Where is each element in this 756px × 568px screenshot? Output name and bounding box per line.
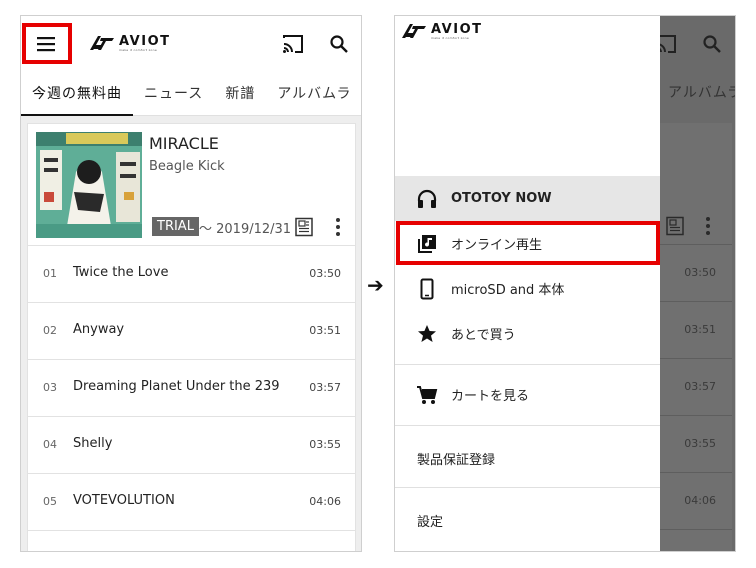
track-row-dimmed: 03:50: [660, 244, 732, 301]
star-icon: [415, 322, 439, 346]
more-options-dimmed: [704, 216, 712, 240]
track-title: Shelly: [73, 436, 113, 451]
tab-free-songs[interactable]: 今週の無料曲: [21, 72, 133, 116]
track-title: Anyway: [73, 322, 125, 337]
tab-bar: 今週の無料曲 ニュース 新譜 アルバムラ: [21, 72, 361, 116]
drawer-item-settings[interactable]: 設定: [417, 511, 443, 530]
more-vert-icon: [336, 218, 340, 236]
track-row-dimmed: 04:06: [660, 472, 732, 529]
drawer-divider: [395, 487, 660, 488]
more-vert-icon: [706, 217, 710, 235]
drawer-item-label: microSD and 本体: [451, 283, 565, 298]
track-row[interactable]: 04 Shelly 03:55: [28, 416, 355, 473]
drawer-header: AVIOT make it comfort zone: [395, 16, 660, 176]
step-arrow: ➔: [367, 273, 384, 297]
app-screen-home: AVIOT make it comfort zone 今週の無料曲 ニュース 新…: [20, 15, 362, 552]
album-card-dimmed: 03:50 03:51 03:57 03:55 04:06: [660, 123, 732, 551]
track-number: 01: [43, 267, 57, 280]
track-number: 04: [43, 438, 57, 451]
trial-until-date: ～ 2019/12/31: [199, 222, 292, 237]
track-row[interactable]: 03 Dreaming Planet Under the 239 03:57: [28, 359, 355, 416]
lyrics-button[interactable]: [294, 217, 314, 241]
cast-icon: [660, 35, 676, 53]
brand-name: AVIOT: [119, 33, 171, 49]
cart-icon: [415, 383, 439, 407]
album-artwork[interactable]: [36, 132, 142, 238]
document-icon: [295, 217, 313, 237]
track-duration: 03:50: [309, 267, 341, 280]
track-row-dimmed: 03:57: [660, 358, 732, 415]
track-duration: 03:55: [309, 438, 341, 451]
app-bar: AVIOT make it comfort zone: [21, 16, 361, 72]
drawer-item-ototoy-now[interactable]: OTOTOY NOW: [395, 176, 660, 221]
track-duration: 03:50: [684, 266, 716, 279]
drawer-item-buy-later[interactable]: あとで買う: [395, 311, 660, 356]
search-button-dimmed: [700, 32, 724, 56]
more-options-button[interactable]: [334, 217, 342, 241]
highlight-online-play: [396, 221, 660, 265]
smartphone-icon: [415, 277, 439, 301]
trial-badge: TRIAL: [152, 217, 199, 236]
brand-name: AVIOT: [431, 21, 483, 37]
track-row-dimmed: [660, 529, 732, 551]
track-title: VOTEVOLUTION: [73, 493, 175, 508]
search-icon: [703, 35, 721, 53]
track-list: 01 Twice the Love 03:50 02 Anyway 03:51 …: [28, 245, 355, 551]
track-row[interactable]: 02 Anyway 03:51: [28, 302, 355, 359]
track-number: 02: [43, 324, 57, 337]
app-screen-drawer: アルバムラ 03:50 03:51 03:57 03:55 04:06 AVIO…: [394, 15, 736, 552]
cast-button-dimmed: [660, 32, 678, 56]
track-duration: 03:55: [684, 437, 716, 450]
track-duration: 04:06: [684, 494, 716, 507]
document-icon: [666, 216, 684, 236]
track-title: Twice the Love: [73, 265, 169, 280]
track-title: Dreaming Planet Under the 239: [73, 379, 280, 394]
track-row[interactable]: 05 VOTEVOLUTION 04:06: [28, 473, 355, 530]
aviot-mark-icon: [90, 36, 114, 50]
highlight-menu-button: [22, 23, 72, 64]
cast-button[interactable]: [281, 32, 305, 56]
tab-news[interactable]: ニュース: [133, 72, 214, 115]
headphones-icon: [415, 187, 439, 211]
brand-logo: AVIOT make it comfort zone: [401, 22, 483, 40]
track-row[interactable]: 01 Twice the Love 03:50: [28, 245, 355, 302]
track-number: 05: [43, 495, 57, 508]
navigation-drawer: AVIOT make it comfort zone OTOTOY NOW オン…: [395, 16, 660, 551]
track-duration: 03:57: [684, 380, 716, 393]
lyrics-button-dimmed: [665, 216, 685, 240]
track-duration: 03:57: [309, 381, 341, 394]
track-row-dimmed: 03:51: [660, 301, 732, 358]
drawer-divider: [395, 364, 660, 365]
search-icon: [330, 35, 348, 53]
track-duration: 04:06: [309, 495, 341, 508]
drawer-item-warranty[interactable]: 製品保証登録: [417, 449, 495, 468]
album-artist[interactable]: Beagle Kick: [149, 159, 225, 174]
aviot-mark-icon: [402, 24, 426, 38]
drawer-item-label: OTOTOY NOW: [451, 191, 552, 206]
drawer-item-label: カートを見る: [451, 389, 530, 404]
brand-logo: AVIOT make it comfort zone: [89, 34, 171, 52]
drawer-item-label: あとで買う: [451, 328, 516, 343]
drawer-divider: [395, 425, 660, 426]
search-button[interactable]: [327, 32, 351, 56]
brand-tagline: make it comfort zone: [431, 35, 469, 40]
drawer-item-cart[interactable]: カートを見る: [395, 372, 660, 417]
album-title[interactable]: MIRACLE: [149, 134, 219, 153]
track-row[interactable]: [28, 530, 355, 551]
album-card: MIRACLE Beagle Kick TRIAL ～ 2019/12/31 0…: [27, 123, 356, 551]
tab-new-releases[interactable]: 新譜: [214, 72, 266, 115]
tab-album-ranking[interactable]: アルバムラ: [266, 72, 361, 115]
brand-tagline: make it comfort zone: [119, 47, 157, 52]
track-duration: 03:51: [684, 323, 716, 336]
cast-icon: [283, 35, 303, 53]
scrim-overlay[interactable]: アルバムラ 03:50 03:51 03:57 03:55 04:06: [660, 16, 736, 551]
tab-album-ranking-dimmed: アルバムラ: [668, 85, 736, 101]
drawer-item-microsd[interactable]: microSD and 本体: [395, 266, 660, 311]
track-number: 03: [43, 381, 57, 394]
track-row-dimmed: 03:55: [660, 415, 732, 472]
track-duration: 03:51: [309, 324, 341, 337]
